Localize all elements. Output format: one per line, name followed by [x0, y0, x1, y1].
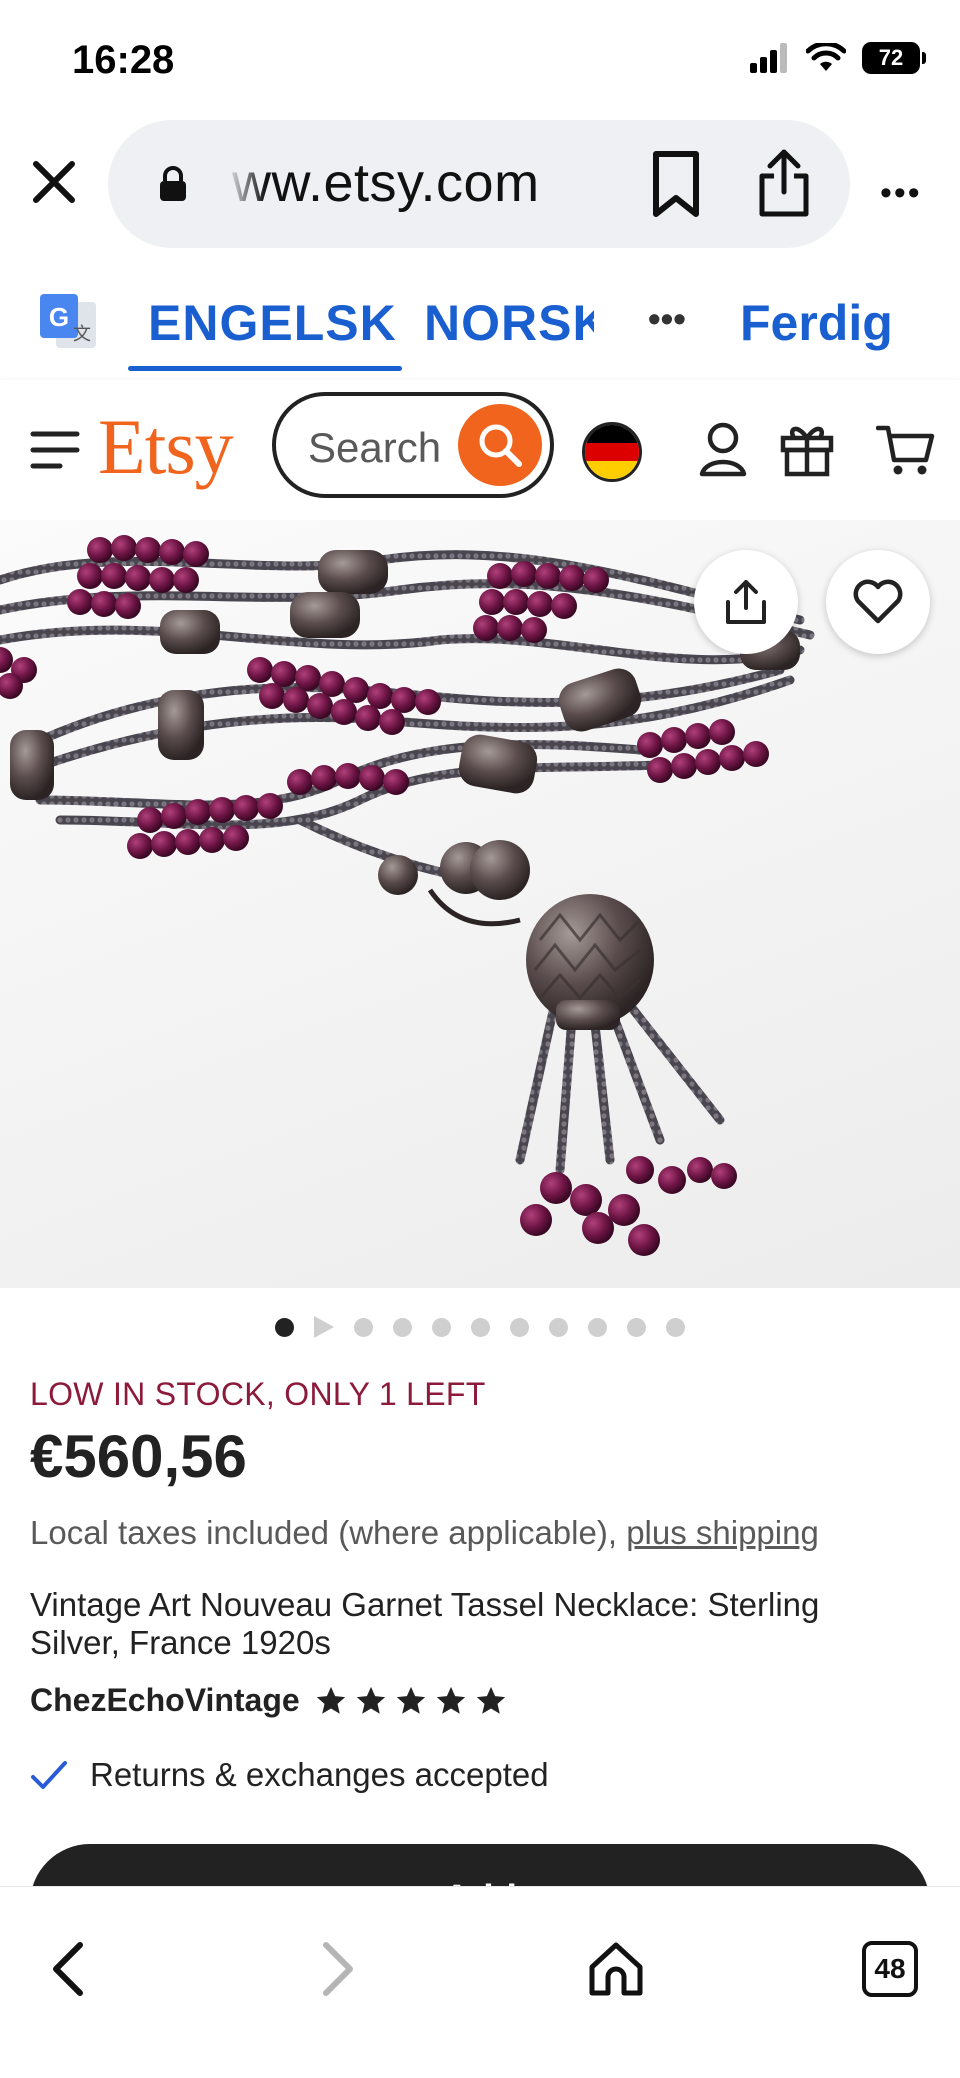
shop-name[interactable]: ChezEchoVintage: [30, 1682, 300, 1719]
gallery-dot[interactable]: [471, 1317, 490, 1337]
gallery-dot[interactable]: [666, 1317, 685, 1337]
signal-icon: [750, 43, 787, 73]
home-icon[interactable]: [586, 1939, 646, 1999]
close-icon[interactable]: [28, 156, 80, 208]
etsy-logo[interactable]: Etsy: [98, 402, 234, 492]
tabs-icon[interactable]: 48: [862, 1941, 918, 1997]
search-placeholder: Search: [308, 424, 442, 471]
lock-icon: [160, 166, 186, 201]
status-time: 16:28: [72, 38, 175, 82]
gallery-video-indicator[interactable]: [314, 1316, 334, 1338]
taxes-text: Local taxes included (where applicable),…: [30, 1514, 819, 1552]
stock-status: LOW IN STOCK, ONLY 1 LEFT: [30, 1376, 486, 1412]
tab-active-indicator: [128, 366, 402, 371]
cart-icon[interactable]: [876, 422, 936, 478]
star-icon: [476, 1686, 505, 1714]
url-text: ww.etsy.com: [232, 153, 540, 213]
star-icon: [396, 1686, 425, 1714]
wifi-icon: [806, 43, 846, 71]
product-title: Vintage Art Nouveau Garnet Tassel Neckla…: [30, 1586, 820, 1661]
rating-stars: [314, 1684, 508, 1718]
google-translate-icon: G 文: [40, 294, 96, 348]
share-icon: [726, 580, 766, 624]
returns-row: Returns & exchanges accepted: [30, 1756, 549, 1794]
price: €560,56: [30, 1423, 247, 1490]
tab-english[interactable]: ENGELSK: [148, 294, 397, 352]
checkmark-icon: [31, 1761, 67, 1789]
done-button[interactable]: Ferdig: [740, 294, 893, 352]
more-icon[interactable]: •••: [880, 174, 922, 213]
favorite-button[interactable]: [826, 550, 930, 654]
product-photo-necklace: [0, 535, 815, 1256]
status-bar: 16:28 72: [0, 0, 960, 120]
share-product-button[interactable]: [694, 550, 798, 654]
gift-icon[interactable]: [780, 420, 834, 478]
bookmark-icon[interactable]: [648, 150, 704, 218]
svg-text:G: G: [49, 302, 69, 332]
search-button[interactable]: [458, 404, 542, 486]
gallery-dots: [0, 1316, 960, 1338]
gallery-dot[interactable]: [510, 1317, 529, 1337]
menu-icon[interactable]: [30, 430, 80, 470]
gallery-dot[interactable]: [627, 1317, 646, 1337]
gallery-dot[interactable]: [549, 1317, 568, 1337]
shop-row[interactable]: ChezEchoVintage: [30, 1682, 508, 1719]
battery-icon: 72: [862, 42, 926, 74]
flag-de-icon[interactable]: [582, 422, 642, 482]
translate-bar: G 文 ENGELSK NORSK ••• Ferdig: [0, 280, 960, 375]
star-icon: [316, 1686, 345, 1714]
gallery-dot[interactable]: [354, 1317, 373, 1337]
svg-text:文: 文: [73, 324, 91, 345]
browser-toolbar: 48: [0, 1886, 960, 2078]
translate-more-icon[interactable]: •••: [648, 298, 686, 340]
product-image[interactable]: [0, 520, 960, 1288]
gallery-dot[interactable]: [588, 1317, 607, 1337]
heart-icon: [853, 579, 903, 624]
etsy-header: Etsy Search: [0, 380, 960, 520]
gallery-dot[interactable]: [432, 1317, 451, 1337]
shipping-link[interactable]: plus shipping: [626, 1514, 819, 1551]
user-icon[interactable]: [698, 420, 748, 478]
tab-norwegian[interactable]: NORSK: [424, 294, 594, 352]
gallery-dot[interactable]: [393, 1317, 412, 1337]
returns-text: Returns & exchanges accepted: [90, 1756, 549, 1793]
search-input[interactable]: Search: [272, 392, 554, 498]
taxes-label: Local taxes included (where applicable),: [30, 1514, 627, 1551]
share-icon[interactable]: [756, 146, 812, 220]
star-icon: [356, 1686, 385, 1714]
address-bar[interactable]: ww.etsy.com: [108, 120, 850, 248]
status-icons: 72: [750, 42, 926, 74]
gallery-dot[interactable]: [275, 1317, 294, 1337]
star-icon: [436, 1686, 465, 1714]
browser-url-row: ww.etsy.com •••: [0, 120, 960, 250]
back-icon[interactable]: [48, 1939, 88, 1999]
forward-icon[interactable]: [318, 1939, 358, 1999]
search-icon: [479, 424, 522, 467]
